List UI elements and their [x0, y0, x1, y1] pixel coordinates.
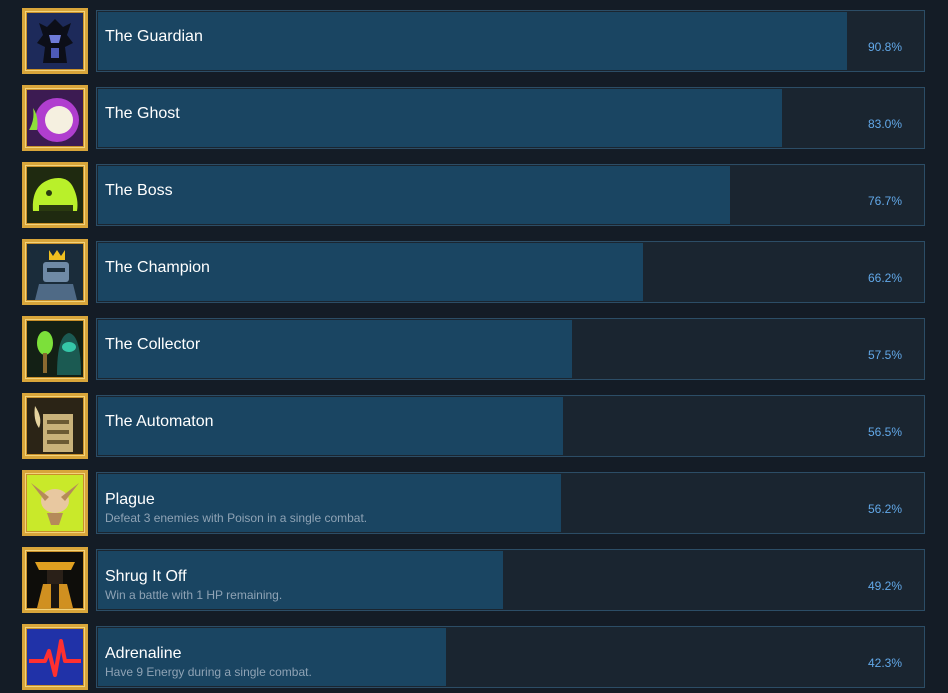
- achievement-progress-bar: The Ghost 83.0%: [96, 87, 925, 149]
- achievement-percent: 66.2%: [867, 271, 902, 285]
- ghost-icon: [22, 85, 88, 151]
- achievement-percent: 76.7%: [867, 194, 902, 208]
- achievement-row-1: The Guardian 90.8%: [0, 8, 948, 74]
- achievement-percent: 57.5%: [867, 348, 902, 362]
- achievement-name: The Ghost: [105, 105, 180, 122]
- achievement-progress-bar: The Boss 76.7%: [96, 164, 925, 226]
- achievement-name: The Automaton: [105, 413, 214, 430]
- achievement-progress-bar: The Automaton 56.5%: [96, 395, 925, 457]
- achievement-row-8: Shrug It Off Win a battle with 1 HP rema…: [0, 547, 948, 613]
- collector-icon: [22, 316, 88, 382]
- achievement-progress-bar: The Collector 57.5%: [96, 318, 925, 380]
- achievement-row-9: Adrenaline Have 9 Energy during a single…: [0, 624, 948, 690]
- achievement-description: Defeat 3 enemies with Poison in a single…: [105, 511, 368, 525]
- achievement-row-3: The Boss 76.7%: [0, 162, 948, 228]
- achievement-name: The Boss: [105, 182, 173, 199]
- achievement-description: Have 9 Energy during a single combat.: [105, 665, 312, 679]
- guardian-icon: [22, 8, 88, 74]
- achievement-percent: 90.8%: [867, 40, 902, 54]
- achievement-percent: 56.5%: [867, 425, 902, 439]
- achievement-name: The Guardian: [105, 28, 203, 45]
- achievement-progress-fill: [98, 12, 847, 70]
- achievement-percent: 42.3%: [867, 656, 902, 670]
- achievement-row-5: The Collector 57.5%: [0, 316, 948, 382]
- achievement-name: Adrenaline: [105, 645, 182, 662]
- achievement-name: The Champion: [105, 259, 210, 276]
- achievement-row-2: The Ghost 83.0%: [0, 85, 948, 151]
- achievement-name: Plague: [105, 491, 155, 508]
- achievement-progress-bar: The Champion 66.2%: [96, 241, 925, 303]
- achievement-name: Shrug It Off: [105, 568, 187, 585]
- achievement-name: The Collector: [105, 336, 201, 353]
- achievement-progress-bar: The Guardian 90.8%: [96, 10, 925, 72]
- champion-knight-icon: [22, 239, 88, 305]
- achievement-percent: 49.2%: [867, 579, 902, 593]
- achievement-percent: 83.0%: [867, 117, 902, 131]
- achievement-progress-bar: Shrug It Off Win a battle with 1 HP rema…: [96, 549, 925, 611]
- achievement-progress-bar: Adrenaline Have 9 Energy during a single…: [96, 626, 925, 688]
- automaton-icon: [22, 393, 88, 459]
- achievement-description: Win a battle with 1 HP remaining.: [105, 588, 283, 602]
- achievement-list: The Guardian 90.8% The Ghost 83.0% The B…: [0, 0, 948, 693]
- boss-slime-icon: [22, 162, 88, 228]
- achievement-row-6: The Automaton 56.5%: [0, 393, 948, 459]
- poison-skull-icon: [22, 470, 88, 536]
- achievement-progress-bar: Plague Defeat 3 enemies with Poison in a…: [96, 472, 925, 534]
- achievement-progress-fill: [98, 166, 731, 224]
- warrior-icon: [22, 547, 88, 613]
- achievement-progress-fill: [98, 89, 783, 147]
- achievement-row-7: Plague Defeat 3 enemies with Poison in a…: [0, 470, 948, 536]
- achievement-row-4: The Champion 66.2%: [0, 239, 948, 305]
- heartbeat-icon: [22, 624, 88, 690]
- achievement-percent: 56.2%: [867, 502, 902, 516]
